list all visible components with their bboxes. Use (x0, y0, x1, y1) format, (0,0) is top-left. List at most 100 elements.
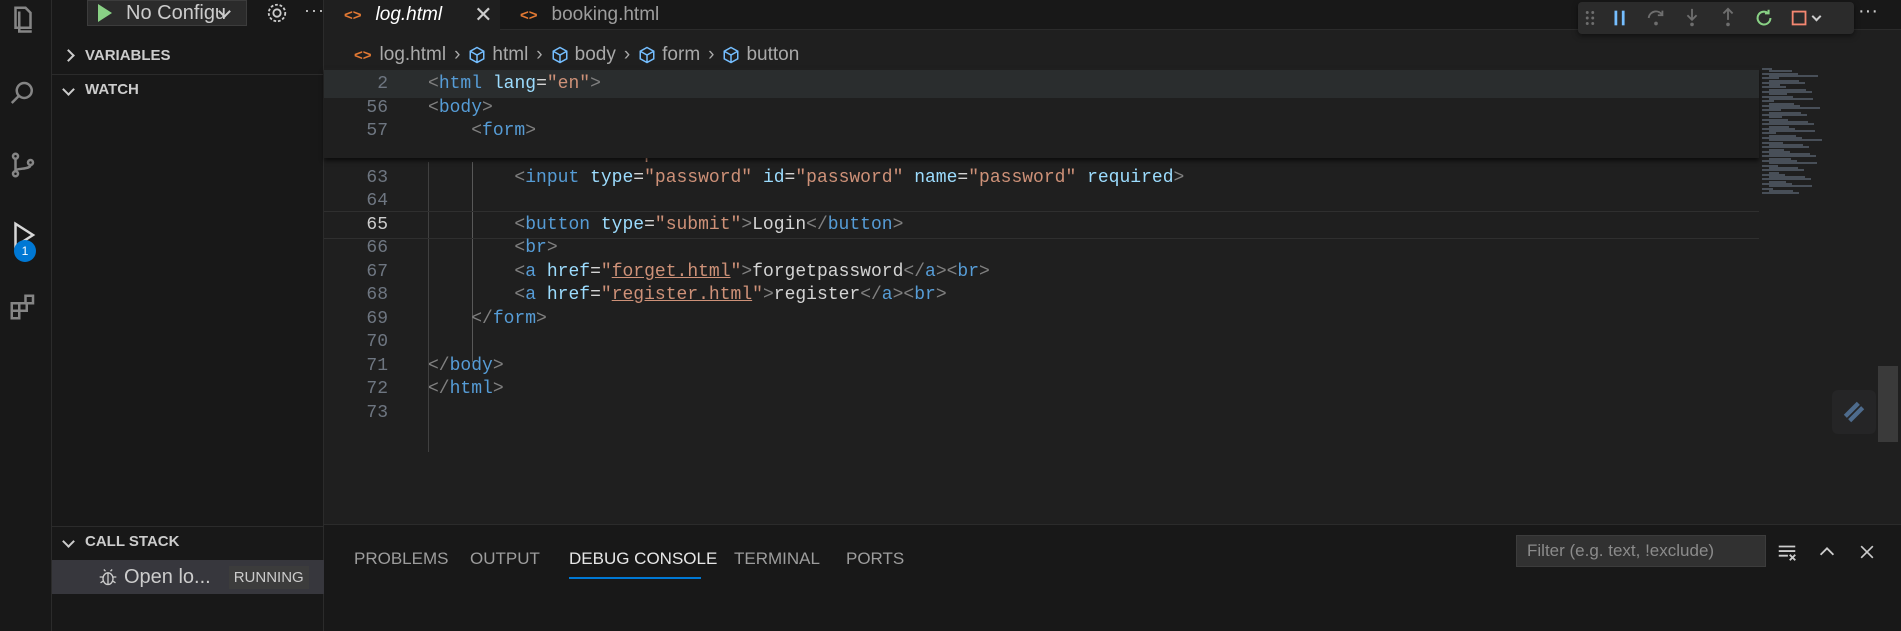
gear-icon[interactable] (266, 2, 288, 24)
code-text: <form> (471, 121, 537, 141)
status-badge: RUNNING (228, 565, 309, 589)
code-editor[interactable]: 2<html lang="en">56<body>57 <form> 62 <l… (324, 68, 1759, 520)
minimap-line (1769, 185, 1812, 188)
code-text: <body> (428, 97, 493, 118)
tab-problems[interactable]: PROBLEMS (354, 549, 448, 569)
activity-bar: 1 (0, 0, 52, 631)
sticky-scroll[interactable]: 2 <html lang="en"> 56 <body> 57 <form> (324, 68, 1759, 158)
filter-input[interactable]: Filter (e.g. text, !exclude) (1516, 535, 1766, 567)
tab-debug-console[interactable]: DEBUG CONSOLE (569, 549, 717, 569)
copilot-icon[interactable] (1832, 390, 1876, 434)
close-icon[interactable] (1854, 539, 1880, 565)
launch-config-label: No Configu (126, 1, 226, 24)
debug-toolbar (1578, 2, 1854, 34)
chevron-down-icon[interactable] (1808, 2, 1824, 34)
line-number[interactable]: 68 (324, 285, 388, 305)
chevron-right-icon (62, 48, 75, 62)
step-over-icon[interactable] (1638, 2, 1674, 34)
maximize-panel-icon[interactable] (1814, 539, 1840, 565)
line-number[interactable]: 2 (324, 74, 388, 94)
code-text: <a href="forget.html">forgetpassword</a>… (514, 261, 990, 282)
minimap[interactable] (1760, 68, 1860, 228)
chevron-right-icon: › (623, 44, 631, 65)
tab-booking-html[interactable]: <> booking.html (500, 0, 710, 30)
breadcrumb-item[interactable]: log.html (380, 44, 447, 66)
element-icon (723, 46, 739, 64)
element-icon (552, 46, 568, 64)
scrollbar[interactable] (1878, 366, 1898, 442)
filter-placeholder: Filter (e.g. text, !exclude) (1527, 541, 1715, 560)
tab-ports[interactable]: PORTS (846, 549, 904, 569)
code-text: </html> (428, 379, 504, 399)
clear-console-icon[interactable] (1774, 539, 1800, 565)
element-icon (639, 46, 655, 64)
bottom-panel: PROBLEMS OUTPUT DEBUG CONSOLE TERMINAL P… (324, 524, 1901, 631)
tab-output[interactable]: OUTPUT (470, 549, 540, 569)
line-number[interactable]: 67 (324, 262, 388, 282)
tab-log-html[interactable]: <> log.html ✕ (324, 0, 500, 30)
minimap-line (1769, 97, 1813, 100)
close-icon[interactable]: ✕ (474, 2, 492, 28)
chevron-down-icon (62, 83, 75, 96)
line-number[interactable]: 57 (324, 121, 388, 141)
breadcrumb-item[interactable]: body (575, 44, 616, 66)
callstack-label: CALL STACK (85, 533, 180, 550)
line-number[interactable]: 66 (324, 238, 388, 258)
callstack-session[interactable]: Open lo... RUNNING (52, 560, 324, 594)
code-text: </body> (428, 355, 504, 376)
minimap-line (1762, 192, 1799, 195)
line-number[interactable]: 70 (324, 332, 388, 352)
line-number[interactable]: 63 (324, 168, 388, 188)
breadcrumb-item[interactable]: form (662, 44, 700, 66)
drag-handle-icon[interactable] (1578, 2, 1602, 34)
chevron-right-icon: › (454, 44, 461, 65)
debug-sidebar: No Configu ··· VARIABLES WATCH CALL STAC… (52, 0, 324, 631)
code-text: <a href="register.html">register</a><br> (514, 285, 947, 305)
more-actions-icon[interactable]: ··· (304, 0, 325, 21)
html-file-icon: <> (344, 6, 362, 24)
breadcrumb: <> log.html › html › body › form › butto… (324, 42, 799, 68)
line-number[interactable]: 69 (324, 309, 388, 329)
code-text: <button type="submit">Login</button> (514, 214, 904, 235)
watch-section-header[interactable]: WATCH (52, 74, 324, 104)
breadcrumb-item[interactable]: button (746, 44, 799, 66)
extensions-icon[interactable] (6, 290, 40, 324)
html-file-icon: <> (354, 46, 372, 64)
restart-icon[interactable] (1746, 2, 1782, 34)
source-control-icon[interactable] (6, 148, 40, 182)
chevron-right-icon: › (536, 44, 543, 65)
line-number[interactable]: 65 (324, 215, 388, 235)
launch-config-select[interactable]: No Configu (87, 0, 247, 26)
line-number[interactable]: 56 (324, 98, 388, 118)
start-debugging-icon[interactable] (98, 4, 112, 22)
code-text: </form> (471, 308, 547, 329)
more-actions-icon[interactable]: ··· (1858, 0, 1878, 23)
line-number[interactable]: 72 (324, 379, 388, 399)
tab-terminal[interactable]: TERMINAL (734, 549, 820, 569)
line-number[interactable]: 71 (324, 356, 388, 376)
bug-icon (99, 569, 117, 586)
watch-label: WATCH (85, 81, 139, 98)
search-icon[interactable] (6, 76, 40, 110)
code-line[interactable]: 57 <form> (324, 117, 1759, 145)
code-text: <br> (514, 238, 558, 258)
step-into-icon[interactable] (1674, 2, 1710, 34)
code-line[interactable]: 73 (324, 399, 1759, 427)
explorer-icon[interactable] (6, 2, 40, 36)
code-text: <html lang="en"> (428, 74, 601, 94)
callstack-section-header[interactable]: CALL STACK (52, 526, 324, 556)
active-tab-indicator (569, 577, 701, 579)
step-out-icon[interactable] (1710, 2, 1746, 34)
pause-icon[interactable] (1602, 2, 1638, 34)
chevron-down-icon (62, 535, 75, 548)
breadcrumb-item[interactable]: html (492, 44, 528, 66)
callstack-item-label: Open lo... (124, 565, 211, 588)
line-number[interactable]: 64 (324, 191, 388, 211)
tab-label: booking.html (551, 4, 660, 25)
debug-badge: 1 (14, 240, 36, 262)
line-number[interactable]: 73 (324, 403, 388, 423)
html-file-icon: <> (520, 6, 538, 24)
chevron-right-icon: › (708, 44, 715, 65)
element-icon (469, 46, 485, 64)
variables-section-header[interactable]: VARIABLES (52, 40, 324, 70)
